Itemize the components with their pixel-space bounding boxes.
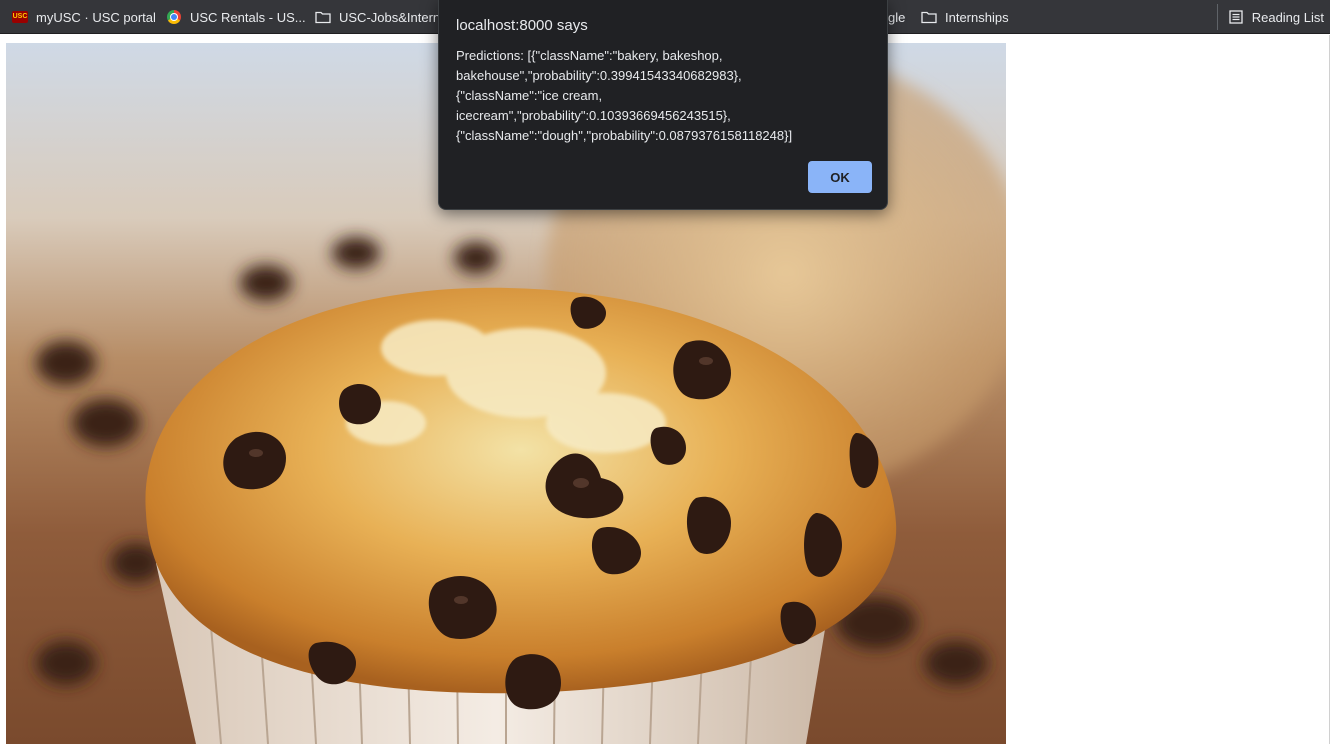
reading-list-icon [1228,9,1244,25]
folder-icon [921,9,937,25]
message-line: {"className":"ice cream, [456,88,603,103]
bookmark-myusc[interactable]: USC myUSC · USC portal [4,4,164,30]
bookmark-label: gle [888,9,906,25]
message-line: bakehouse","probability":0.3994154334068… [456,68,742,83]
bookmark-label: myUSC · USC portal [36,9,156,25]
message-line: Predictions: [{"className":"bakery, bake… [456,48,723,63]
ok-button[interactable]: OK [808,161,872,193]
bookmark-folder-usc-jobs[interactable]: USC-Jobs&Intern [307,4,448,30]
bookmark-label: USC Rentals - US... [190,9,306,25]
bookmark-usc-rentals[interactable]: USC Rentals - US... [158,4,314,30]
dialog-title: localhost:8000 says [456,17,588,34]
reading-list-button[interactable]: Reading List [1216,4,1324,30]
folder-icon [315,9,331,25]
bookmark-folder-internships[interactable]: Internships [913,4,1017,30]
bookmark-label: USC-Jobs&Intern [339,9,441,25]
reading-list-label: Reading List [1251,9,1324,25]
message-line: icecream","probability":0.10393669456243… [456,108,731,123]
usc-logo-icon: USC [12,9,28,25]
dialog-message: Predictions: [{"className":"bakery, bake… [456,46,866,146]
bookmark-label: Internships [945,9,1009,25]
message-line: {"className":"dough","probability":0.087… [456,128,793,143]
chrome-icon [166,9,182,25]
alert-dialog: localhost:8000 says Predictions: [{"clas… [438,0,888,210]
